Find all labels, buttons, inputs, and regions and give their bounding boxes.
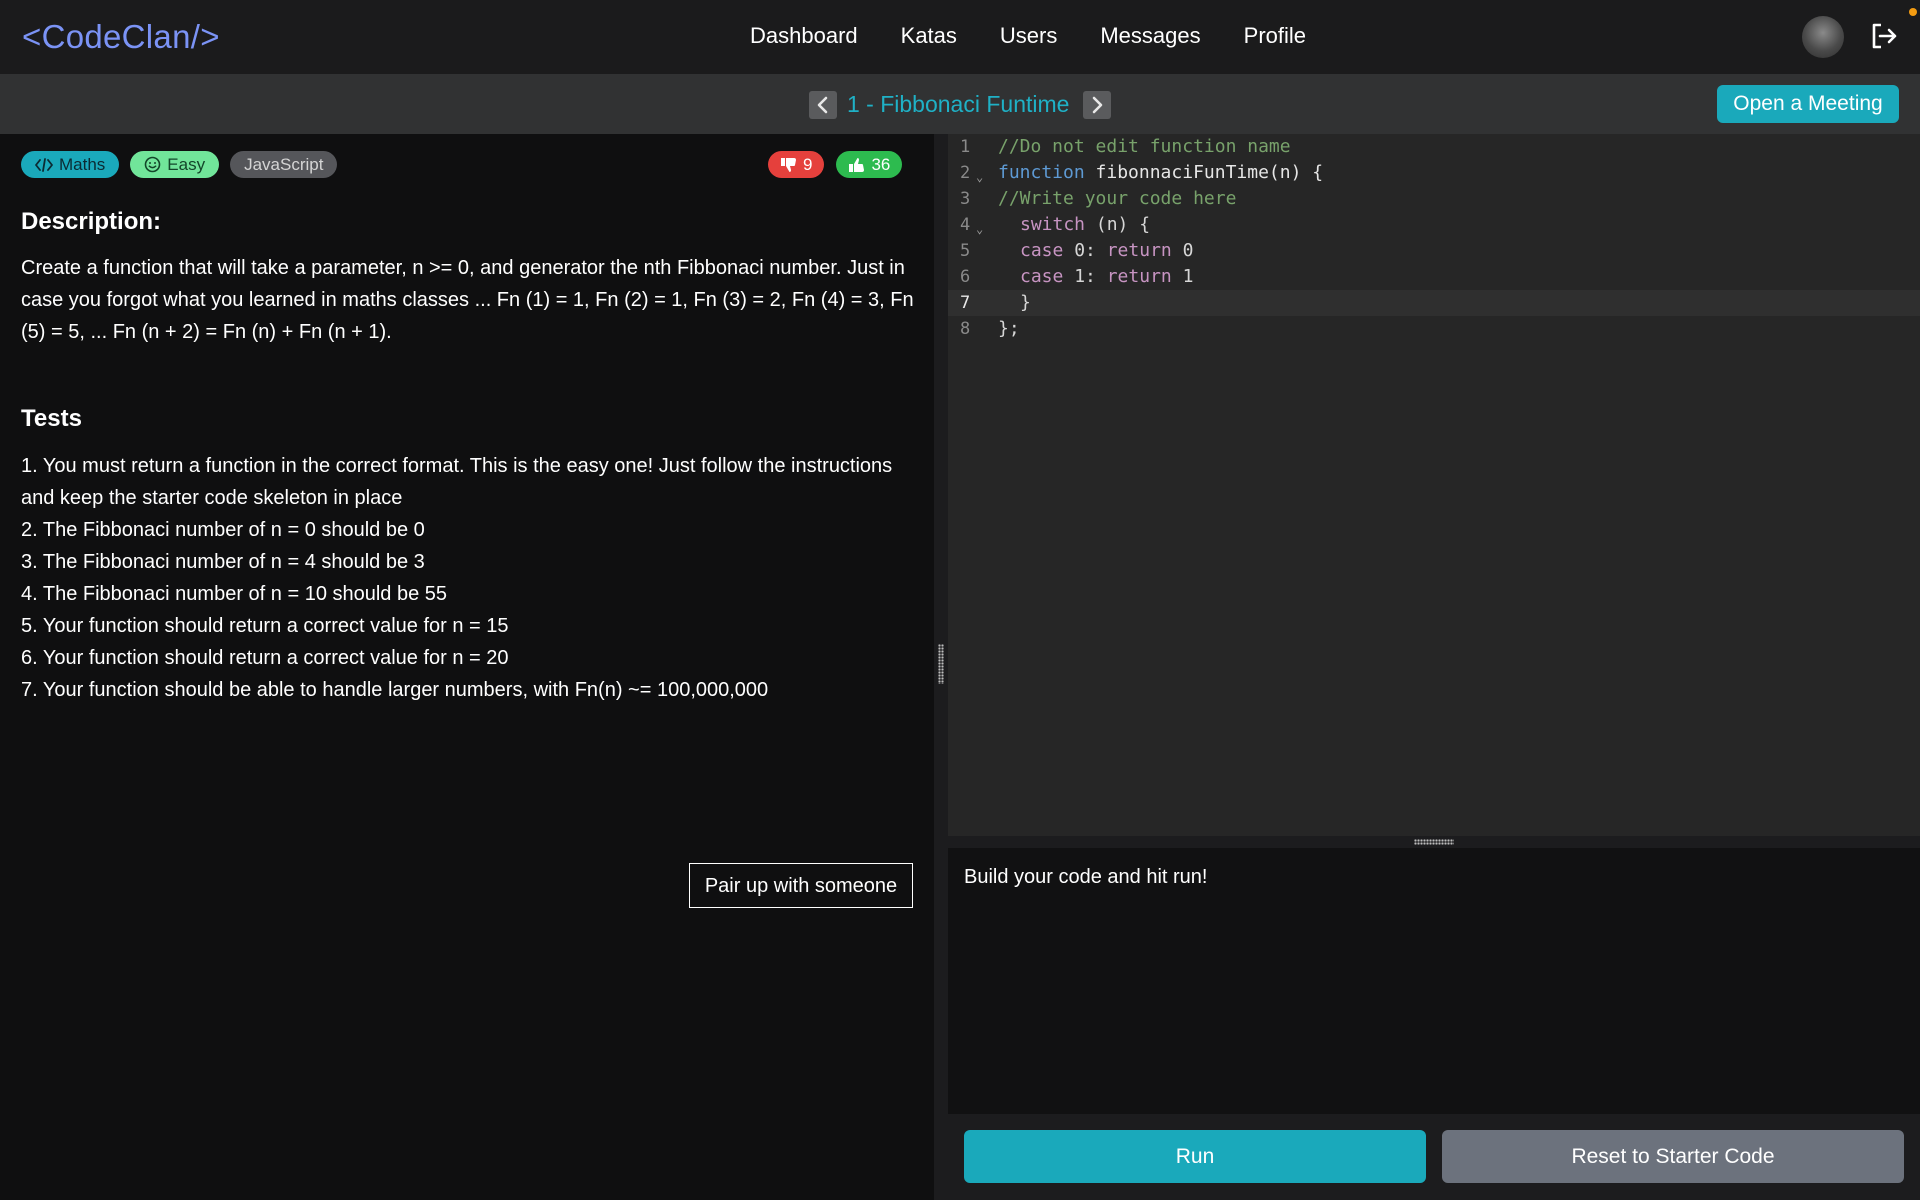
- code-line: 4 ⌄ switch (n) {: [948, 212, 1920, 238]
- drag-grip-icon: [1414, 839, 1454, 845]
- code-text: switch (n) {: [1020, 214, 1151, 235]
- category-tag-label: Maths: [59, 155, 106, 174]
- output-message: Build your code and hit run!: [964, 866, 1208, 888]
- line-number: 5: [960, 241, 971, 261]
- open-meeting-button[interactable]: Open a Meeting: [1717, 85, 1899, 123]
- line-number: 6: [960, 267, 971, 287]
- top-navbar: <CodeClan/> Dashboard Katas Users Messag…: [0, 0, 1920, 74]
- code-text: }: [1020, 292, 1031, 313]
- test-item: 3. The Fibbonaci number of n = 4 should …: [21, 551, 425, 573]
- thumbs-up-icon: [849, 157, 865, 172]
- pair-up-button[interactable]: Pair up with someone: [689, 863, 913, 908]
- smile-icon: [144, 156, 161, 173]
- nav-katas[interactable]: Katas: [901, 23, 957, 49]
- code-line: 2 ⌄ function fibonnaciFunTime(n) {: [948, 160, 1920, 186]
- code-line: 5 case 0: return 0: [948, 238, 1920, 264]
- notification-dot: [1909, 8, 1917, 16]
- previous-kata-button[interactable]: [809, 91, 837, 119]
- horizontal-resize-handle[interactable]: [948, 836, 1920, 848]
- difficulty-tag: Easy: [130, 151, 220, 178]
- kata-title: 1 - Fibbonaci Funtime: [847, 91, 1070, 117]
- code-editor[interactable]: 1 //Do not edit function name 2 ⌄ functi…: [948, 134, 1920, 836]
- line-number: 8: [960, 319, 971, 339]
- code-icon: [35, 157, 53, 172]
- nav-messages[interactable]: Messages: [1100, 23, 1200, 49]
- code-line: 6 case 1: return 1: [948, 264, 1920, 290]
- nav-profile[interactable]: Profile: [1244, 23, 1306, 49]
- codeclan-logo[interactable]: <CodeClan/>: [22, 18, 220, 56]
- test-item: 4. The Fibbonaci number of n = 10 should…: [21, 583, 448, 605]
- code-text: case 0: return 0: [1020, 240, 1194, 261]
- output-console: Build your code and hit run!: [948, 848, 1920, 1114]
- downvote-button[interactable]: 9: [768, 151, 825, 178]
- code-text: //Write your code here: [998, 188, 1237, 209]
- line-number: 3: [960, 189, 971, 209]
- next-kata-button[interactable]: [1083, 91, 1111, 119]
- code-line: 3 //Write your code here: [948, 186, 1920, 212]
- tests-heading: Tests: [21, 405, 82, 432]
- test-item: 5. Your function should return a correct…: [21, 615, 509, 637]
- kata-details-panel: Maths Easy JavaScript 9 36 Description: …: [0, 134, 934, 1200]
- reset-starter-code-button[interactable]: Reset to Starter Code: [1442, 1130, 1904, 1183]
- main-nav: Dashboard Katas Users Messages Profile: [750, 23, 1306, 49]
- upvote-count: 36: [871, 155, 891, 174]
- chevron-left-icon: [817, 96, 828, 114]
- line-number: 7: [960, 293, 971, 313]
- test-item: 7. Your function should be able to handl…: [21, 679, 769, 701]
- code-line-active: 7 }: [948, 290, 1920, 316]
- description-text: Create a function that will take a param…: [21, 257, 914, 343]
- vertical-resize-handle[interactable]: [934, 134, 948, 1200]
- editor-actions: Run Reset to Starter Code: [948, 1114, 1920, 1200]
- thumbs-down-icon: [781, 157, 796, 172]
- nav-dashboard[interactable]: Dashboard: [750, 23, 858, 49]
- test-item: 1. You must return a function in the cor…: [21, 455, 893, 509]
- downvote-count: 9: [803, 155, 813, 174]
- upvote-button[interactable]: 36: [836, 151, 903, 178]
- kata-title-bar: 1 - Fibbonaci Funtime Open a Meeting: [0, 74, 1920, 134]
- code-line: 1 //Do not edit function name: [948, 134, 1920, 160]
- tests-list: 1. You must return a function in the cor…: [21, 450, 921, 706]
- vote-buttons: 9 36: [768, 151, 903, 178]
- chevron-right-icon: [1092, 96, 1103, 114]
- code-text: case 1: return 1: [1020, 266, 1194, 287]
- drag-grip-icon: [938, 644, 944, 684]
- line-number: 1: [960, 137, 971, 157]
- difficulty-tag-label: Easy: [167, 155, 206, 174]
- run-button[interactable]: Run: [964, 1130, 1426, 1183]
- test-item: 2. The Fibbonaci number of n = 0 should …: [21, 519, 425, 541]
- language-tag: JavaScript: [230, 151, 338, 178]
- description-heading: Description:: [21, 208, 162, 235]
- logout-icon[interactable]: [1868, 20, 1900, 52]
- nav-users[interactable]: Users: [1000, 23, 1057, 49]
- test-item: 6. Your function should return a correct…: [21, 647, 509, 669]
- user-avatar[interactable]: [1802, 16, 1844, 58]
- code-text: function fibonnaciFunTime(n) {: [998, 162, 1324, 183]
- code-text: };: [998, 318, 1020, 339]
- category-tag: Maths: [21, 151, 120, 178]
- code-line: 8 };: [948, 316, 1920, 342]
- code-text: //Do not edit function name: [998, 136, 1291, 157]
- kata-tags: Maths Easy JavaScript: [21, 151, 338, 178]
- language-tag-label: JavaScript: [244, 155, 324, 174]
